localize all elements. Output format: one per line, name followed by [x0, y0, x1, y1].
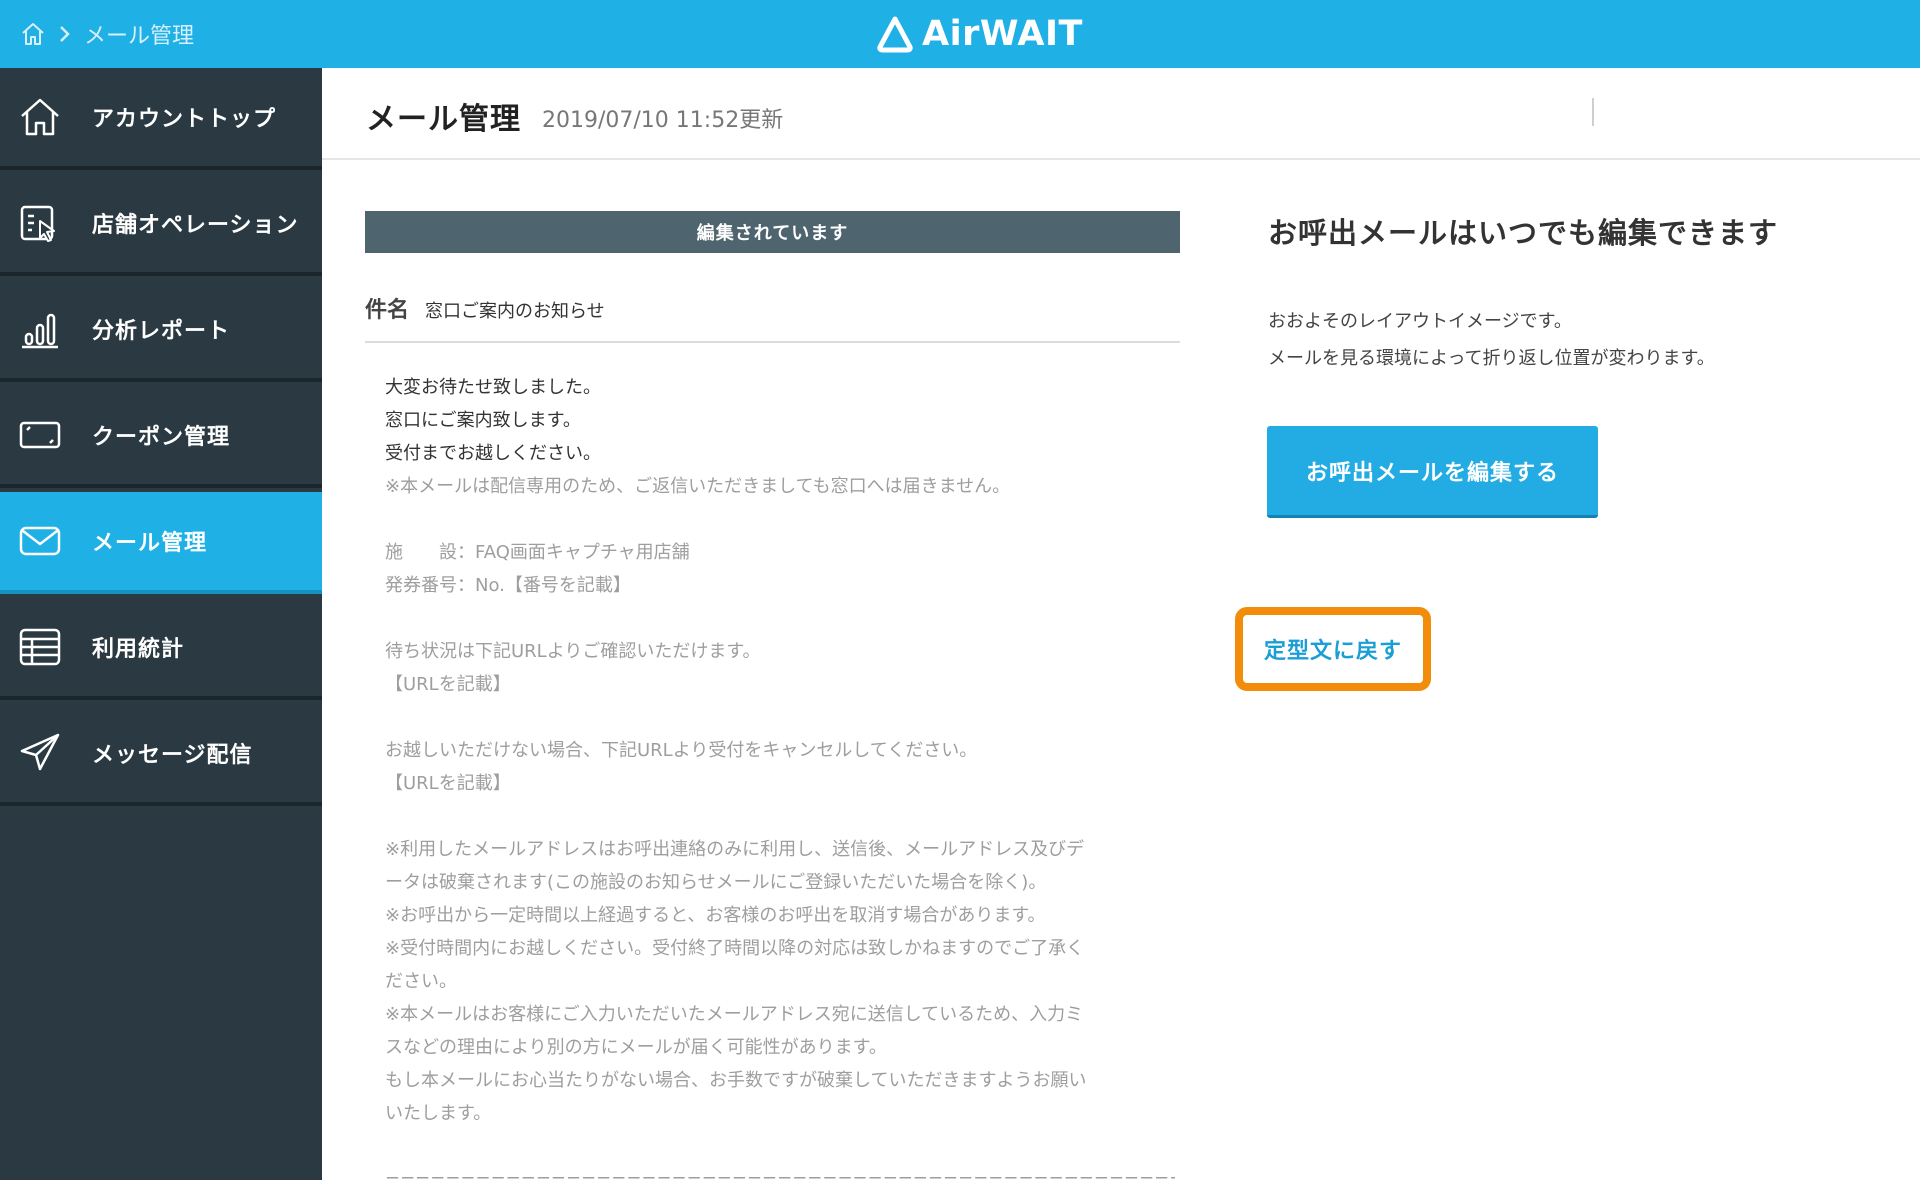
mail-body-line: ※お呼出から一定時間以上経過すると、お客様のお呼出を取消す場合があります。: [385, 905, 1046, 926]
home-icon[interactable]: [20, 21, 46, 47]
breadcrumb: メール管理: [20, 0, 194, 68]
mail-body-line: 窓口にご案内致します。: [385, 410, 581, 431]
mail-body-line: [385, 602, 1175, 635]
coupon-icon: [18, 413, 62, 457]
panel-description: おおよそのレイアウトイメージです。 メールを見る環境によって折り返し位置が変わり…: [1268, 303, 1715, 377]
mail-body-line: もし本メールにお心当たりがない場合、お手数ですが破棄していただきますようお願い: [385, 1070, 1087, 1091]
sidebar-item-store-operation[interactable]: 店舗オペレーション: [0, 174, 322, 276]
sidebar: アカウントトップ 店舗オペレーション 分析レポート クーポン管理 メール管理 利…: [0, 68, 322, 1180]
mail-body-line: 大変お待たせ致しました。: [385, 377, 601, 398]
mail-body-line: いたします。: [385, 1103, 492, 1124]
subject-value: 窓口ご案内のお知らせ: [425, 301, 605, 322]
top-bar: メール管理 AirWAIT: [0, 0, 1920, 68]
home-icon: [18, 95, 62, 139]
subject-divider: [365, 341, 1180, 343]
mail-body-line: 【URLを記載】: [385, 674, 511, 695]
main-header: メール管理 2019/07/10 11:52更新: [322, 68, 1920, 160]
sidebar-item-label: 店舗オペレーション: [92, 213, 299, 238]
mail-body-line: 施 設：FAQ画面キャプチャ用店舗: [385, 542, 690, 563]
panel-description-line: メールを見る環境によって折り返し位置が変わります。: [1268, 348, 1715, 369]
mail-body-line: ータは破棄されます(この施設のお知らせメールにご登録いただいた場合を除く)。: [385, 872, 1047, 893]
panel-title: お呼出メールはいつでも編集できます: [1268, 216, 1779, 250]
sidebar-item-analytics-report[interactable]: 分析レポート: [0, 280, 322, 382]
sidebar-item-label: 利用統計: [92, 637, 185, 662]
table-icon: [18, 625, 62, 669]
mail-body-line: [385, 800, 1175, 833]
mail-body-line: ださい。: [385, 971, 457, 992]
edited-status-banner: 編集されています: [365, 211, 1180, 253]
panel-description-line: おおよそのレイアウトイメージです。: [1268, 311, 1572, 332]
subject-label: 件名: [365, 298, 410, 323]
logo: AirWAIT: [876, 12, 1083, 56]
sidebar-item-account-top[interactable]: アカウントトップ: [0, 68, 322, 170]
clipboard-pointer-icon: [18, 201, 62, 245]
logo-text: AirWAIT: [922, 14, 1083, 54]
breadcrumb-current: メール管理: [84, 24, 195, 49]
mail-body-line: 受付までお越しください。: [385, 443, 601, 464]
mail-body-preview: 大変お待たせ致しました。 窓口にご案内致します。 受付までお越しください。 ※本メール…: [385, 371, 1175, 1180]
reset-highlight-frame: 定型文に戻す: [1235, 607, 1431, 691]
mail-subject: 件名 窓口ご案内のお知らせ: [365, 292, 605, 324]
mail-body-line: [385, 1130, 1175, 1163]
envelope-icon: [18, 519, 62, 563]
sidebar-item-label: アカウントトップ: [92, 107, 277, 132]
sidebar-item-label: 分析レポート: [92, 319, 231, 344]
mail-body-line: ========================================…: [385, 1169, 1175, 1180]
chevron-right-icon: [58, 24, 72, 44]
mail-body-line: 発券番号：No.【番号を記載】: [385, 575, 631, 596]
mail-body-line: スなどの理由により別の方にメールが届く可能性があります。: [385, 1037, 887, 1058]
sidebar-item-message-delivery[interactable]: メッセージ配信: [0, 704, 322, 806]
mail-body-line: ※本メールは配信専用のため、ご返信いただきましても窓口へは届きません。: [385, 476, 1011, 497]
logo-triangle-icon: [876, 15, 914, 53]
mail-body-line: 【URLを記載】: [385, 773, 511, 794]
bar-chart-icon: [18, 307, 62, 351]
updated-timestamp: 2019/07/10 11:52更新: [542, 108, 784, 133]
sidebar-item-coupon[interactable]: クーポン管理: [0, 386, 322, 488]
edit-call-mail-button[interactable]: お呼出メールを編集する: [1267, 426, 1598, 518]
header-divider: [1592, 98, 1594, 126]
sidebar-item-label: メッセージ配信: [92, 743, 253, 768]
reset-to-template-link[interactable]: 定型文に戻す: [1264, 633, 1402, 665]
mail-body-line: 待ち状況は下記URLよりご確認いただけます。: [385, 641, 761, 662]
mail-body-line: ※受付時間内にお越しください。受付終了時間以降の対応は致しかねますのでご了承く: [385, 938, 1085, 959]
mail-body-line: [385, 701, 1175, 734]
mail-body-line: [385, 503, 1175, 536]
sidebar-item-label: クーポン管理: [92, 425, 231, 450]
mail-body-line: ※利用したメールアドレスはお呼出連絡のみに利用し、送信後、メールアドレス及びデ: [385, 839, 1085, 860]
page-title: メール管理: [366, 102, 521, 137]
mail-body-line: ※本メールはお客様にご入力いただいたメールアドレス宛に送信しているため、入力ミ: [385, 1004, 1084, 1025]
sidebar-item-label: メール管理: [92, 531, 208, 556]
sidebar-item-usage-stats[interactable]: 利用統計: [0, 598, 322, 700]
mail-body-line: お越しいただけない場合、下記URLより受付をキャンセルしてください。: [385, 740, 978, 761]
sidebar-item-mail[interactable]: メール管理: [0, 492, 322, 594]
paper-plane-icon: [18, 731, 62, 775]
